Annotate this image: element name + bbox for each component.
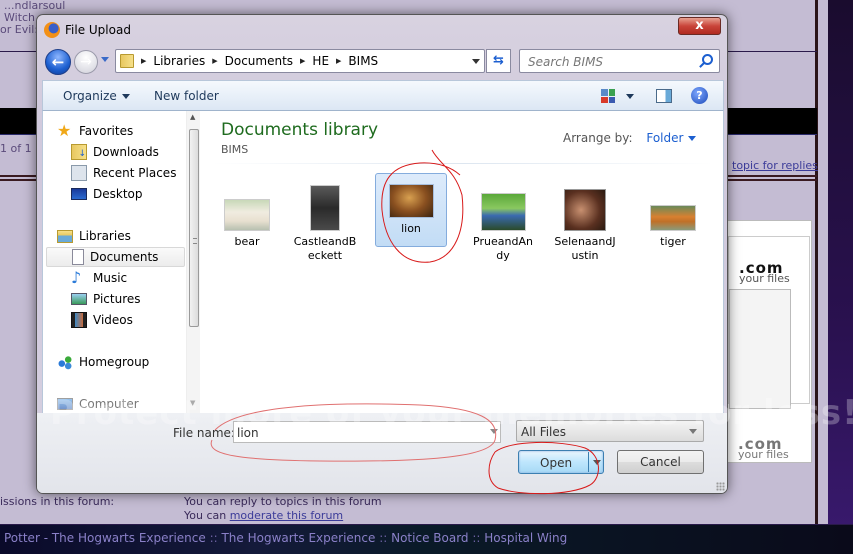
chevron-right-icon[interactable]: ▶ [141,57,146,65]
footer-crumb[interactable]: Hospital Wing [484,531,567,545]
chevron-right-icon[interactable]: ▶ [300,57,305,65]
footer-breadcrumb: Potter - The Hogwarts Experience :: The … [4,531,568,545]
desktop-icon [71,188,87,200]
page-count: 1 of 1 [0,142,32,155]
ad-tagline: your files [738,448,789,461]
thumbnail-prueandandy [480,193,526,231]
content-area: ★ Favorites ↓ Downloads Recent Places De… [42,111,724,413]
forum-footer: Potter - The Hogwarts Experience :: The … [0,524,853,554]
thumbnail-bear [224,199,270,231]
permission-moderate: You can moderate this forum [184,509,344,522]
split-divider [588,452,589,472]
file-item-bear[interactable]: bear [209,173,285,249]
crumb-libraries[interactable]: Libraries [153,54,205,68]
back-arrow-icon: ← [51,53,65,71]
arrange-by-dropdown[interactable]: Folder [646,131,697,145]
film-icon [71,312,87,328]
forward-arrow-icon: → [80,54,92,70]
ad-watermark-text: Protect more of your memories for less! [50,393,853,433]
open-options-dropdown[interactable] [593,460,601,465]
crumb-bims[interactable]: BIMS [348,54,378,68]
file-item-tiger[interactable]: tiger [635,173,711,249]
homegroup-icon [57,354,73,370]
new-folder-button[interactable]: New folder [154,89,219,103]
search-input[interactable]: Search BIMS [519,49,720,73]
recent-pages-dropdown[interactable] [101,57,109,62]
thumbnail-selenaandjustin [564,189,606,231]
search-icon[interactable] [702,54,713,65]
file-item-lion[interactable]: lion [375,173,447,247]
navigation-row: ← → ▶ Libraries ▶ Documents ▶ HE ▶ BIMS … [37,47,727,77]
ad-panel: .com your files [728,236,810,409]
refresh-button[interactable]: ⇆ [486,49,511,73]
forum-border [815,0,818,554]
navigation-pane: ★ Favorites ↓ Downloads Recent Places De… [43,111,201,413]
document-icon [72,249,84,265]
folder-icon [120,54,134,68]
address-dropdown[interactable] [472,59,480,64]
chevron-right-icon[interactable]: ▶ [336,57,341,65]
star-icon: ★ [57,121,72,140]
breadcrumb: ▶ Libraries ▶ Documents ▶ HE ▶ BIMS [134,54,378,68]
close-button[interactable]: x [678,17,721,35]
title-bar[interactable]: File Upload x [37,15,727,43]
crumb-documents[interactable]: Documents [225,54,293,68]
forum-side-art [828,0,853,554]
permission-reply: You can reply to topics in this forum [184,495,382,508]
file-item-selenaandjustin[interactable]: SelenaandJ ustin [547,173,623,263]
library-title: Documents library [221,120,379,140]
organize-button[interactable]: Organize [63,89,130,103]
chevron-right-icon[interactable]: ▶ [212,57,217,65]
firefox-icon [44,22,60,38]
open-button[interactable]: Open [518,450,604,474]
libraries-icon [57,229,73,243]
moderate-link[interactable]: moderate this forum [230,509,343,522]
watch-topic-link[interactable]: topic for replies [732,159,818,172]
nav-libraries[interactable]: Libraries [57,226,199,246]
grip-icon [193,238,197,244]
forward-button[interactable]: → [74,50,98,74]
view-options-dropdown[interactable] [626,94,634,99]
library-subtitle: BIMS [221,143,249,156]
crumb-he[interactable]: HE [312,54,329,68]
file-item-prueandandy[interactable]: PrueandAn dy [465,173,541,263]
command-toolbar: Organize New folder ? [42,80,724,111]
pictures-icon [71,293,87,305]
dialog-title: File Upload [65,23,131,37]
divider [213,163,713,164]
cancel-button[interactable]: Cancel [617,450,704,474]
ad-tagline: your files [739,272,790,285]
change-view-icon[interactable] [601,89,615,103]
recent-places-icon [71,165,87,181]
thumbnail-lion [388,184,434,218]
footer-crumb[interactable]: The Hogwarts Experience [221,531,375,545]
scrollbar-thumb[interactable] [189,129,199,327]
ad-frame [729,289,791,409]
permissions-label: issions in this forum: [0,495,115,508]
preview-pane-icon[interactable] [656,89,672,103]
close-icon: x [695,18,704,33]
downloads-folder-icon: ↓ [71,144,87,160]
nav-scrollbar[interactable]: ▲ ▼ [186,111,200,413]
scroll-up-icon[interactable]: ▲ [190,113,195,121]
chevron-down-icon [121,94,130,99]
chevron-down-icon [688,136,697,141]
refresh-icon: ⇆ [493,53,504,68]
nav-favorites[interactable]: ★ Favorites [57,121,199,141]
nav-homegroup[interactable]: Homegroup [57,352,199,372]
back-button[interactable]: ← [45,49,71,75]
thumbnail-tiger [650,205,696,231]
arrange-by: Arrange by: Folder [563,131,697,145]
file-list-pane: Documents library BIMS Arrange by: Folde… [203,111,725,413]
thumbnail-castleandbeckett [310,185,340,231]
music-note-icon: ♪ [71,268,82,287]
footer-crumb[interactable]: Potter - The Hogwarts Experience [4,531,206,545]
help-icon[interactable]: ? [691,87,708,104]
resize-grip-icon[interactable] [716,482,725,491]
file-item-castleandbeckett[interactable]: CastleandB eckett [287,173,363,263]
footer-crumb[interactable]: Notice Board [391,531,468,545]
search-placeholder: Search BIMS [528,55,604,69]
address-bar[interactable]: ▶ Libraries ▶ Documents ▶ HE ▶ BIMS [115,49,485,73]
nav-documents[interactable]: Documents [46,247,185,267]
